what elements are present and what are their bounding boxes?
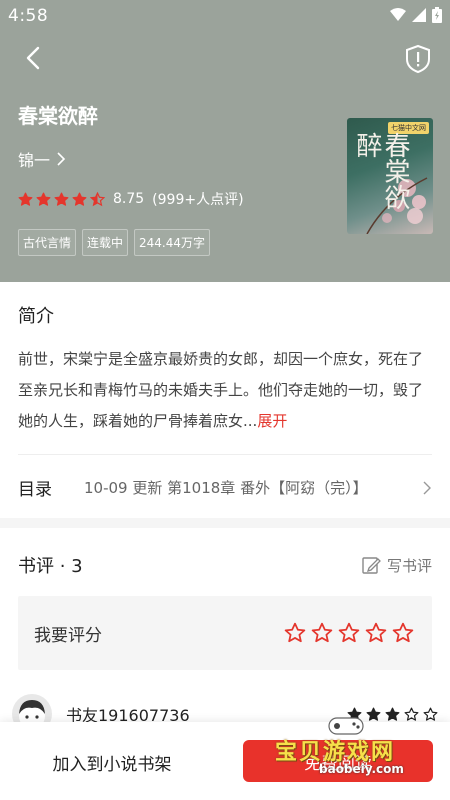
rate-box: 我要评分 — [18, 596, 432, 670]
review-header: 书评 · 3 写书评 — [18, 552, 432, 578]
star-filled-icon — [366, 707, 381, 721]
rate-stars — [284, 622, 414, 644]
edit-icon — [362, 557, 381, 574]
star-filled-icon — [54, 192, 69, 206]
tag-wordcount: 244.44万字 — [134, 229, 211, 256]
star-half-icon — [90, 191, 105, 206]
toc-latest-chapter: 10-09 更新 第1018章 番外【阿窈（完）】 — [84, 479, 368, 497]
star-filled-icon — [72, 192, 87, 206]
rating-stars — [18, 191, 105, 207]
book-header: 4:58 春棠欲醉 锦一 8.75 (999+人点评) 古代言情 连载中 244… — [0, 0, 450, 282]
star-filled-icon — [347, 707, 362, 721]
toc-row[interactable]: 目录 10-09 更新 第1018章 番外【阿窈（完）】 — [18, 475, 432, 500]
expand-link[interactable]: 展开 — [257, 412, 287, 430]
back-arrow-icon[interactable] — [20, 44, 48, 72]
intro-heading: 简介 — [18, 306, 54, 327]
tag-list: 古代言情 连载中 244.44万字 — [18, 229, 211, 256]
intro-text: 前世，宋棠宁是全盛京最娇贵的女郎，却因一个庶女，死在了至亲兄长和青梅竹马的未婚夫… — [18, 344, 434, 437]
star-filled-icon — [385, 707, 400, 721]
tag-genre: 古代言情 — [18, 229, 77, 256]
battery-icon — [432, 7, 442, 23]
star-filled-icon — [36, 192, 51, 206]
intro-body: 前世，宋棠宁是全盛京最娇贵的女郎，却因一个庶女，死在了至亲兄长和青梅竹马的未婚夫… — [18, 350, 424, 430]
status-icons — [390, 7, 442, 23]
free-read-button[interactable]: 免费阅读 — [243, 740, 433, 782]
rate-prompt: 我要评分 — [34, 625, 102, 646]
review-title: 书评 · 3 — [18, 556, 83, 577]
intro-section: 简介 前世，宋棠宁是全盛京最娇贵的女郎，却因一个庶女，死在了至亲兄长和青梅竹马的… — [0, 282, 450, 518]
tag-status: 连载中 — [82, 229, 129, 256]
rating-row: 8.75 (999+人点评) — [18, 189, 244, 209]
star-filled-icon — [18, 192, 33, 206]
book-title: 春棠欲醉 — [18, 104, 98, 128]
section-gap — [0, 518, 450, 528]
rating-count: (999+人点评) — [152, 192, 244, 208]
write-review-button[interactable]: 写书评 — [361, 555, 432, 576]
rate-star-icon[interactable] — [338, 622, 360, 644]
status-bar: 4:58 — [0, 0, 450, 32]
author-link[interactable]: 锦一 — [18, 147, 66, 171]
rate-star-icon[interactable] — [365, 622, 387, 644]
shield-report-icon[interactable] — [404, 44, 432, 74]
bottom-action-bar: 加入到小说书架 免费阅读 — [0, 722, 450, 800]
review-section: 书评 · 3 写书评 我要评分 书友191607736 — [0, 528, 450, 734]
author-name: 锦一 — [18, 151, 51, 170]
status-time: 4:58 — [8, 6, 49, 26]
rate-star-icon[interactable] — [311, 622, 333, 644]
star-empty-icon — [404, 707, 419, 721]
reviewer-stars — [347, 707, 438, 722]
book-cover: 七猫中文网 春棠欲醉 — [347, 118, 433, 234]
add-to-shelf-button[interactable]: 加入到小说书架 — [22, 742, 202, 782]
rate-star-icon[interactable] — [392, 622, 414, 644]
signal-icon — [412, 8, 426, 22]
toc-label: 目录 — [18, 480, 52, 500]
chevron-right-icon — [423, 481, 431, 494]
divider — [18, 454, 432, 455]
cover-title: 春棠欲醉 — [352, 132, 410, 210]
write-review-label: 写书评 — [386, 556, 432, 575]
rate-star-icon[interactable] — [284, 622, 306, 644]
rating-score: 8.75 — [113, 191, 145, 207]
wifi-icon — [390, 8, 406, 21]
chevron-right-icon — [57, 152, 66, 166]
star-empty-icon — [423, 707, 438, 721]
